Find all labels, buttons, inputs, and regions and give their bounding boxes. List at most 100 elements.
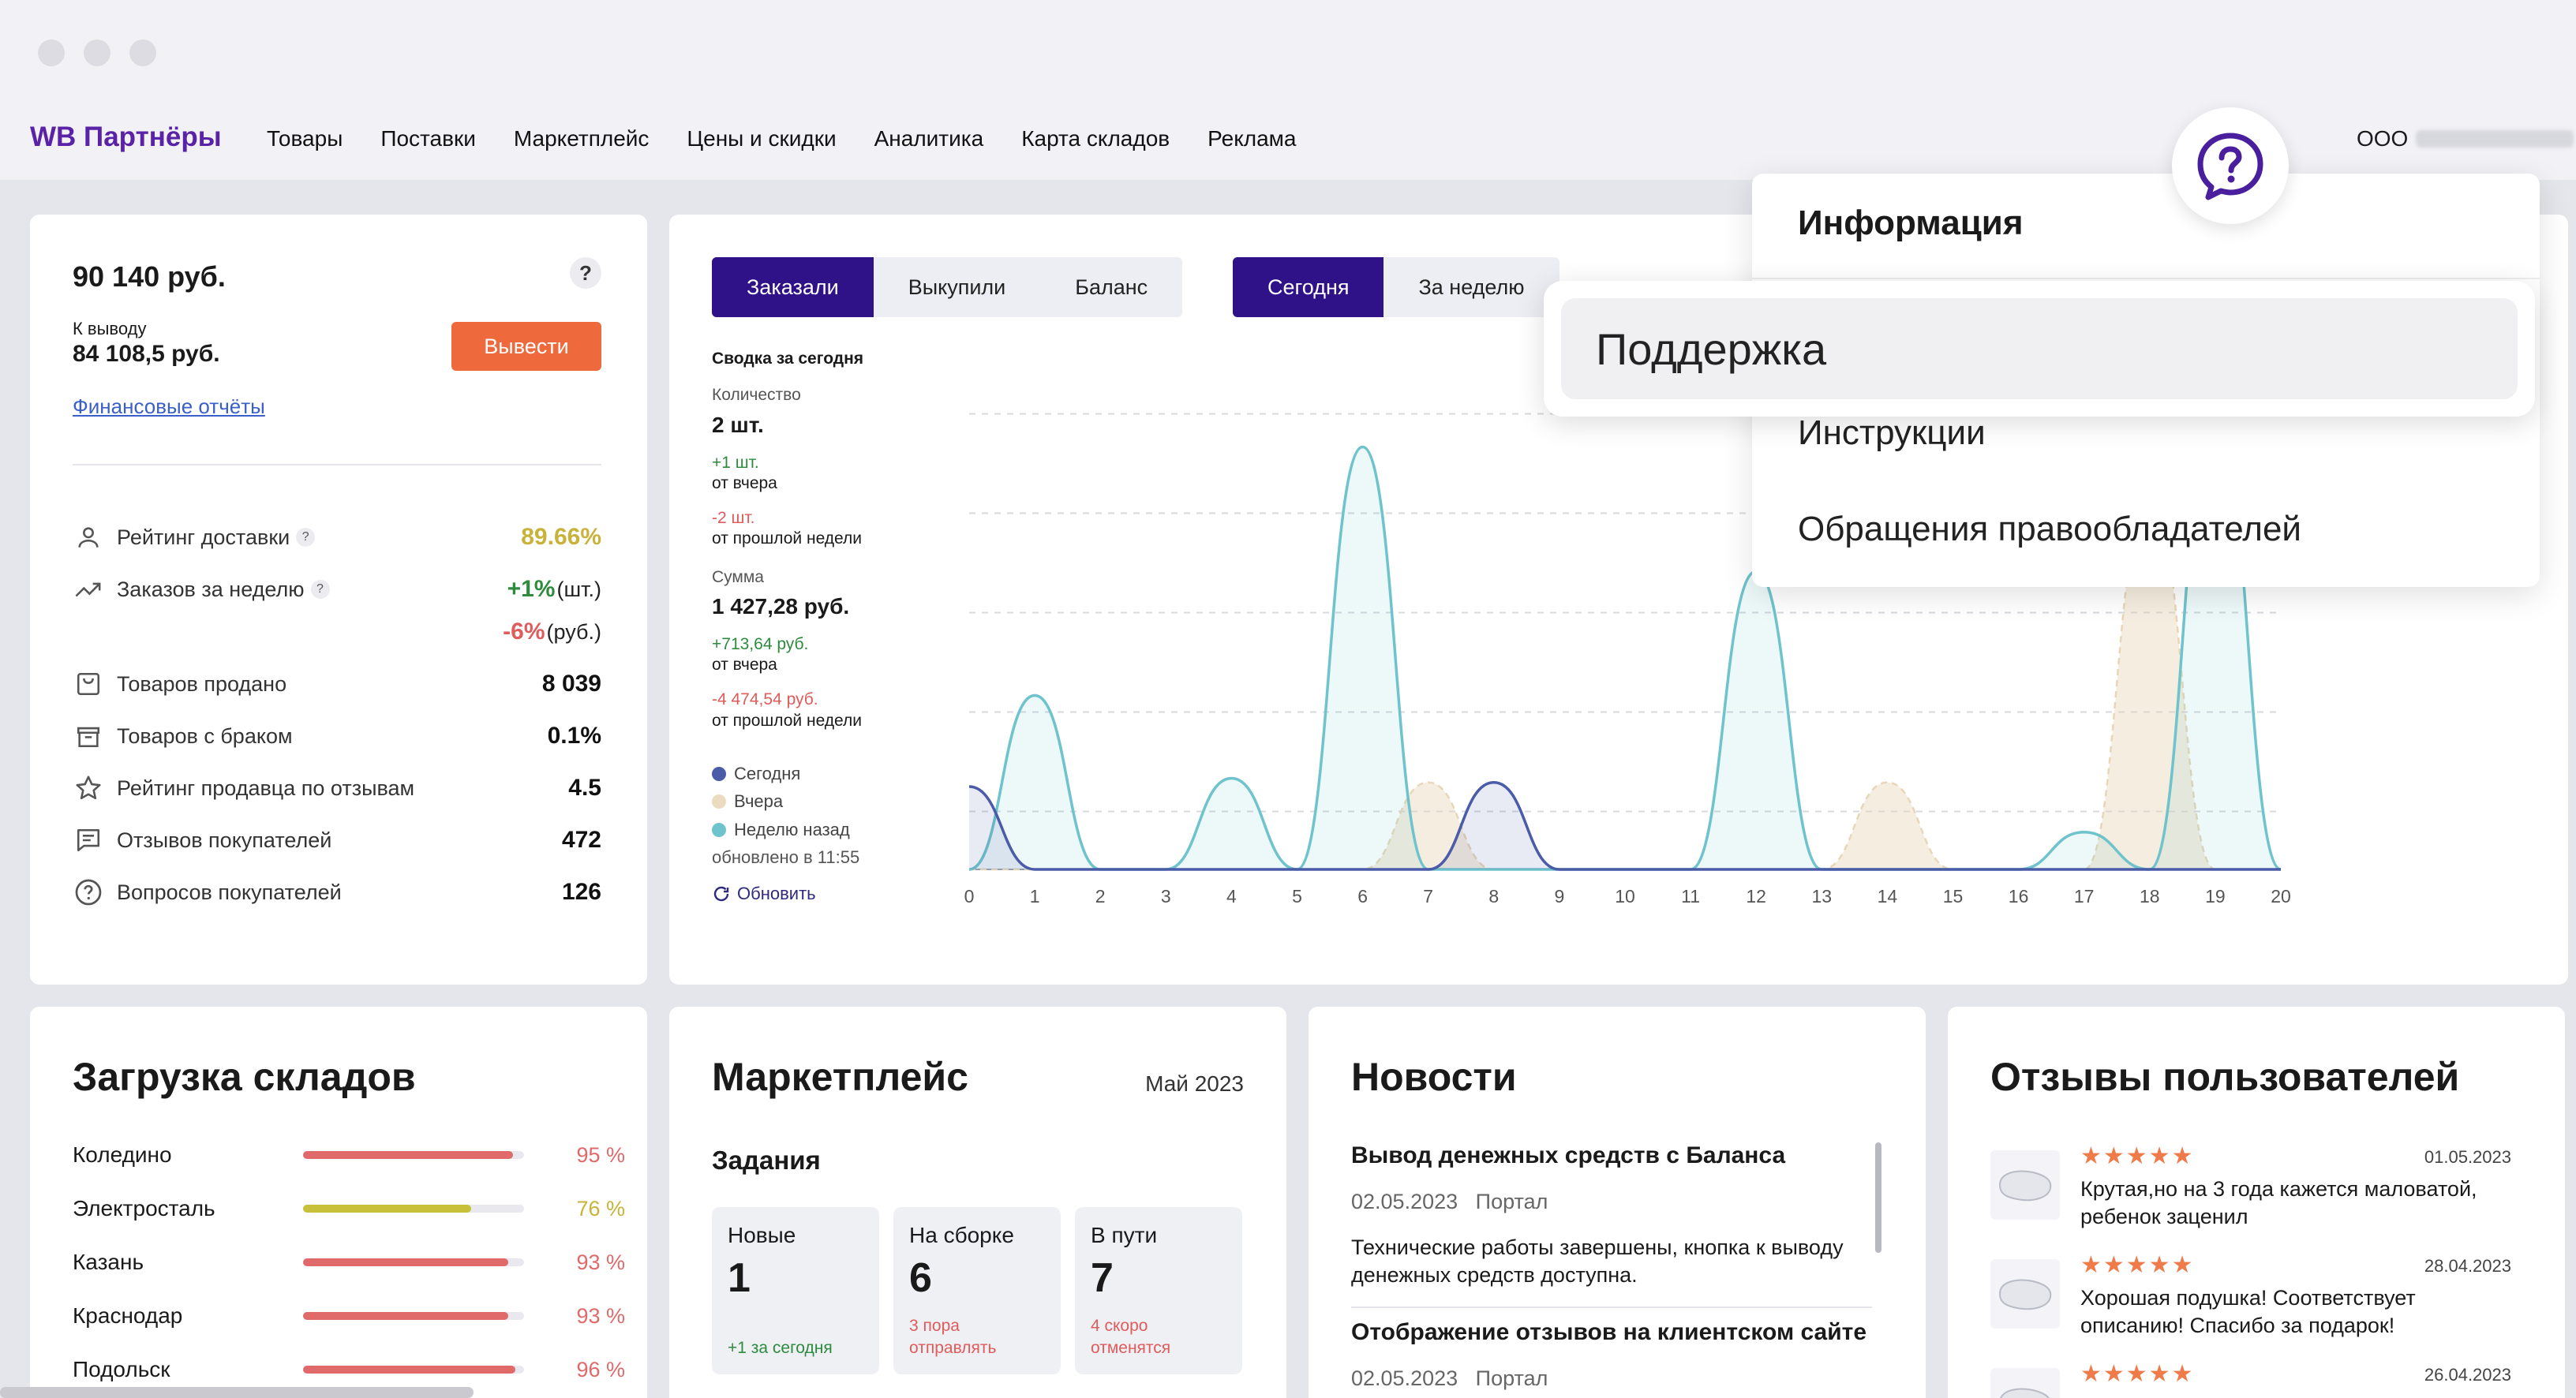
warehouse-row: Электросталь 76 % — [73, 1193, 625, 1224]
stat-value: +1% — [507, 576, 556, 602]
stat-products-sold: Товаров продано 8 039 — [73, 664, 601, 704]
stat-label: Рейтинг доставки — [117, 525, 290, 549]
divider — [73, 464, 601, 465]
review-date: 26.04.2023 — [2424, 1365, 2511, 1385]
warehouse-row: Коледино 95 % — [73, 1139, 625, 1171]
org-name: ООО — [2357, 126, 2409, 151]
nav-item-supplies[interactable]: Поставки — [380, 126, 476, 151]
pillow-icon — [1998, 1170, 2052, 1202]
warehouse-pct: 93 % — [576, 1250, 625, 1274]
logo[interactable]: WB Партнёры — [30, 121, 222, 153]
help-icon[interactable]: ? — [310, 580, 330, 599]
warehouse-row: Казань 93 % — [73, 1247, 625, 1278]
org-selector[interactable]: ООО — [2357, 126, 2576, 151]
task-footer: 3 пора отправлять — [909, 1317, 997, 1357]
tab-bought[interactable]: Выкупили — [873, 257, 1041, 317]
question-circle-icon — [75, 879, 102, 906]
marketplace-title: Маркетплейс — [712, 1055, 968, 1099]
review-item[interactable]: ★★★★★ 26.04.2023 — [1990, 1360, 2511, 1398]
divider — [1351, 1306, 1872, 1308]
nav-item-marketplace[interactable]: Маркетплейс — [514, 126, 650, 151]
news-item-title[interactable]: Вывод денежных средств с Баланса — [1351, 1142, 1872, 1169]
task-title: Новые — [728, 1223, 796, 1247]
tab-balance[interactable]: Баланс — [1040, 257, 1183, 317]
divider — [1752, 278, 2540, 279]
balance-card: 90 140 руб. ? К выводу 84 108,5 руб. Выв… — [30, 215, 647, 985]
task-new[interactable]: Новые 1 +1 за сегодня — [712, 1207, 879, 1374]
refresh-button[interactable]: Обновить — [712, 883, 949, 905]
sum-delta-week: -4 474,54 руб. — [712, 690, 818, 709]
withdraw-button[interactable]: Вывести — [451, 322, 601, 371]
sum-label: Сумма — [712, 567, 764, 586]
news-item-meta: 02.05.2023 Портал — [1351, 1190, 1548, 1214]
task-count: 6 — [909, 1255, 932, 1301]
window-zoom-dot[interactable] — [129, 39, 156, 66]
pillow-icon — [2000, 1388, 2050, 1398]
window-close-dot[interactable] — [38, 39, 65, 66]
nav-item-ads[interactable]: Реклама — [1208, 126, 1296, 151]
help-icon[interactable]: ? — [296, 528, 316, 547]
news-date: 02.05.2023 — [1351, 1190, 1458, 1213]
nav-item-analytics[interactable]: Аналитика — [874, 126, 984, 151]
tab-week[interactable]: За неделю — [1383, 257, 1559, 317]
window-minimize-dot[interactable] — [84, 39, 110, 66]
warehouse-pct: 95 % — [576, 1142, 625, 1167]
withdraw-amount: 84 108,5 руб. — [73, 341, 220, 367]
news-item-title[interactable]: Отображение отзывов на клиентском сайте — [1351, 1319, 1872, 1346]
x-tick-label: 15 — [1943, 886, 1964, 906]
rating-stars: ★★★★★ — [2080, 1143, 2195, 1169]
bag-icon — [77, 672, 100, 696]
balance-help-icon[interactable]: ? — [570, 257, 601, 289]
balance-amount: 90 140 руб. — [73, 260, 226, 293]
x-tick-label: 9 — [1555, 886, 1565, 906]
marketplace-card: Маркетплейс Май 2023 Задания Новые 1 +1 … — [669, 1007, 1286, 1398]
rating-stars: ★★★★★ — [2080, 1252, 2195, 1278]
task-footer: 4 скоро отменятся — [1091, 1317, 1171, 1357]
tasks-title: Задания — [712, 1146, 821, 1175]
help-chat-icon — [2197, 133, 2263, 200]
qty-label: Количество — [712, 386, 801, 405]
review-item[interactable]: ★★★★★ 01.05.2023 Крутая,но на 3 года каж… — [1990, 1142, 2511, 1237]
warehouse-bar — [303, 1205, 524, 1213]
x-tick-label: 19 — [2205, 886, 2226, 906]
warehouse-bar — [303, 1151, 524, 1159]
help-button[interactable] — [2172, 107, 2289, 224]
menu-item-support[interactable]: Поддержка — [1544, 281, 2535, 417]
stat-weekly-orders: Заказов за неделю? +1% (шт.) — [73, 570, 601, 609]
nav-item-warehouse-map[interactable]: Карта складов — [1021, 126, 1170, 151]
nav-item-prices[interactable]: Цены и скидки — [687, 126, 836, 151]
product-thumbnail — [1990, 1259, 2060, 1329]
warehouse-name: Подольск — [73, 1357, 170, 1381]
warehouse-name: Коледино — [73, 1142, 172, 1167]
news-item-text: Технические работы завершены, кнопка к в… — [1351, 1235, 1844, 1288]
menu-item-support-label: Поддержка — [1561, 298, 2518, 399]
horizontal-scrollbar[interactable] — [0, 1387, 474, 1398]
menu-item-rights-holders[interactable]: Обращения правообладателей — [1798, 510, 2301, 549]
legend-today: Сегодня — [712, 763, 949, 785]
stat-label: Товаров с браком — [117, 723, 293, 748]
task-in-transit[interactable]: В пути 7 4 скоро отменятся — [1075, 1207, 1242, 1374]
news-scrollbar[interactable] — [1875, 1142, 1881, 1253]
qty-value: 2 шт. — [712, 412, 764, 437]
x-tick-label: 20 — [2271, 886, 2291, 906]
news-card: Новости Вывод денежных средств с Баланса… — [1309, 1007, 1926, 1398]
task-assembly[interactable]: На сборке 6 3 пора отправлять — [893, 1207, 1061, 1374]
task-footer: +1 за сегодня — [728, 1338, 833, 1357]
financial-reports-link[interactable]: Финансовые отчёты — [73, 394, 265, 419]
from-last-week-label: от прошлой недели — [712, 529, 863, 548]
x-tick-label: 1 — [1030, 886, 1040, 906]
tab-ordered[interactable]: Заказали — [712, 257, 874, 317]
menu-item-instructions[interactable]: Инструкции — [1798, 413, 1986, 453]
summary-panel: Сводка за сегодня Количество 2 шт. +1 шт… — [712, 349, 949, 904]
tab-today[interactable]: Сегодня — [1233, 257, 1384, 317]
warehouse-bar — [303, 1258, 524, 1266]
stat-seller-rating: Рейтинг продавца по отзывам 4.5 — [73, 768, 601, 808]
nav-item-products[interactable]: Товары — [267, 126, 343, 151]
comment-icon — [77, 828, 100, 852]
from-last-week-label: от прошлой недели — [712, 711, 863, 730]
stat-value: 0.1% — [547, 723, 601, 749]
task-title: На сборке — [909, 1223, 1014, 1247]
task-count: 1 — [728, 1255, 751, 1301]
stat-reviews: Отзывов покупателей 472 — [73, 820, 601, 860]
review-item[interactable]: ★★★★★ 28.04.2023 Хорошая подушка! Соотве… — [1990, 1251, 2511, 1346]
